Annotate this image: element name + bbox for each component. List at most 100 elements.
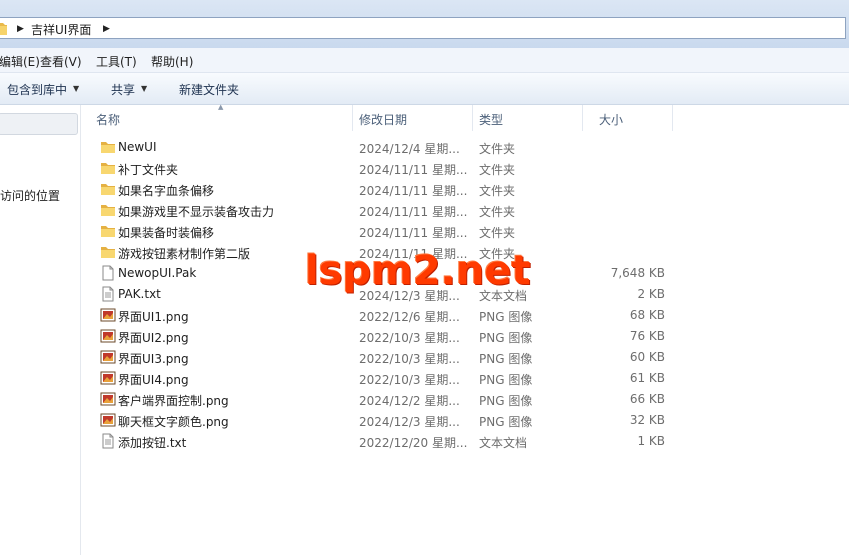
file-size: 68 KB <box>629 308 665 322</box>
file-name: PAK.txt <box>118 287 161 301</box>
file-size: 1 KB <box>637 434 665 448</box>
file-row[interactable]: 界面UI2.png 2022/10/3 星期... PNG 图像 76 KB <box>80 326 680 347</box>
breadcrumb-dropdown-icon[interactable]: ▶ <box>103 24 110 34</box>
file-date: 2022/12/20 星期... <box>359 436 468 450</box>
include-in-library-button[interactable]: 包含到库中 <box>7 81 67 98</box>
file-row[interactable]: 如果装备时装偏移 2024/11/11 星期... 文件夹 <box>80 221 680 242</box>
nav-selected-item[interactable] <box>0 113 78 135</box>
column-type[interactable]: 类型 <box>463 105 583 131</box>
folder-icon <box>101 247 115 258</box>
file-size: 60 KB <box>629 350 665 364</box>
text-file-icon <box>102 286 114 302</box>
file-name: 界面UI4.png <box>118 373 189 387</box>
image-file-icon <box>100 371 116 385</box>
file-name: 聊天框文字颜色.png <box>118 415 229 429</box>
file-row[interactable]: 补丁文件夹 2024/11/11 星期... 文件夹 <box>80 158 680 179</box>
file-type: 文件夹 <box>479 184 516 198</box>
file-type: PNG 图像 <box>479 310 533 324</box>
navigation-pane: 访问的位置 <box>0 105 81 555</box>
watermark-text: lspm2.net <box>305 248 531 294</box>
file-date: 2024/12/3 星期... <box>359 415 460 429</box>
file-type: 文件夹 <box>479 226 516 240</box>
file-row[interactable]: 添加按钮.txt 2022/12/20 星期... 文本文档 1 KB <box>80 431 680 452</box>
menu-edit[interactable]: 编辑(E) <box>0 53 40 70</box>
folder-icon <box>101 163 115 174</box>
new-folder-button[interactable]: 新建文件夹 <box>179 81 239 98</box>
file-size: 2 KB <box>637 287 665 301</box>
file-row[interactable]: 界面UI3.png 2022/10/3 星期... PNG 图像 60 KB <box>80 347 680 368</box>
file-name: 如果游戏里不显示装备攻击力 <box>118 205 275 219</box>
file-type: PNG 图像 <box>479 415 533 429</box>
file-date: 2022/12/6 星期... <box>359 310 460 324</box>
column-name[interactable]: 名称 <box>80 105 353 131</box>
file-date: 2024/12/4 星期... <box>359 142 460 156</box>
file-icon <box>102 265 114 281</box>
menu-view[interactable]: 查看(V) <box>40 53 82 70</box>
column-date[interactable]: 修改日期 <box>343 105 473 131</box>
address-box[interactable]: ▶ 吉祥UI界面 ▶ <box>0 17 846 39</box>
file-type: PNG 图像 <box>479 352 533 366</box>
nav-item-recent-places[interactable]: 访问的位置 <box>0 187 60 204</box>
file-date: 2024/11/11 星期... <box>359 163 468 177</box>
chevron-down-icon[interactable]: ▼ <box>141 84 147 93</box>
file-date: 2022/10/3 星期... <box>359 331 460 345</box>
file-row[interactable]: 聊天框文字颜色.png 2024/12/3 星期... PNG 图像 32 KB <box>80 410 680 431</box>
share-button[interactable]: 共享 <box>111 81 135 98</box>
file-size: 76 KB <box>629 329 665 343</box>
file-type: 文本文档 <box>479 436 528 450</box>
text-file-icon <box>102 433 114 449</box>
file-name: 如果装备时装偏移 <box>118 226 215 240</box>
file-name: NewUI <box>118 140 157 154</box>
file-name: 游戏按钮素材制作第二版 <box>118 247 251 261</box>
file-type: 文件夹 <box>479 205 516 219</box>
file-type: PNG 图像 <box>479 331 533 345</box>
image-file-icon <box>100 329 116 343</box>
address-bar-area: ▶ 吉祥UI界面 ▶ <box>0 0 849 48</box>
file-row[interactable]: 界面UI4.png 2022/10/3 星期... PNG 图像 61 KB <box>80 368 680 389</box>
file-name: NewopUI.Pak <box>118 266 197 280</box>
column-header: ▲ 名称 修改日期 类型 大小 <box>80 103 849 131</box>
file-date: 2024/12/2 星期... <box>359 394 460 408</box>
column-size[interactable]: 大小 <box>583 105 673 131</box>
menu-help[interactable]: 帮助(H) <box>151 53 193 70</box>
file-size: 7,648 KB <box>610 266 665 280</box>
file-name: 界面UI2.png <box>118 331 189 345</box>
file-size: 66 KB <box>629 392 665 406</box>
chevron-down-icon[interactable]: ▼ <box>73 84 79 93</box>
file-row[interactable]: 客户端界面控制.png 2024/12/2 星期... PNG 图像 66 KB <box>80 389 680 410</box>
image-file-icon <box>100 308 116 322</box>
file-date: 2024/11/11 星期... <box>359 226 468 240</box>
file-name: 客户端界面控制.png <box>118 394 229 408</box>
file-row[interactable]: 界面UI1.png 2022/12/6 星期... PNG 图像 68 KB <box>80 305 680 326</box>
folder-icon <box>101 142 115 153</box>
file-date: 2022/10/3 星期... <box>359 373 460 387</box>
file-row[interactable]: 如果游戏里不显示装备攻击力 2024/11/11 星期... 文件夹 <box>80 200 680 221</box>
file-size: 32 KB <box>629 413 665 427</box>
file-size: 61 KB <box>629 371 665 385</box>
file-name: 界面UI1.png <box>118 310 189 324</box>
breadcrumb-separator-icon[interactable]: ▶ <box>17 24 24 34</box>
menu-bar: 编辑(E) 查看(V) 工具(T) 帮助(H) <box>0 48 849 73</box>
folder-icon <box>101 226 115 237</box>
image-file-icon <box>100 413 116 427</box>
image-file-icon <box>100 350 116 364</box>
image-file-icon <box>100 392 116 406</box>
file-name: 界面UI3.png <box>118 352 189 366</box>
file-date: 2022/10/3 星期... <box>359 352 460 366</box>
file-name: 补丁文件夹 <box>118 163 179 177</box>
file-name: 如果名字血条偏移 <box>118 184 215 198</box>
folder-icon <box>0 23 7 35</box>
file-type: 文件夹 <box>479 142 516 156</box>
file-row[interactable]: 如果名字血条偏移 2024/11/11 星期... 文件夹 <box>80 179 680 200</box>
file-name: 添加按钮.txt <box>118 436 187 450</box>
file-type: 文件夹 <box>479 163 516 177</box>
folder-icon <box>101 184 115 195</box>
file-type: PNG 图像 <box>479 373 533 387</box>
file-date: 2024/11/11 星期... <box>359 184 468 198</box>
menu-tools[interactable]: 工具(T) <box>96 53 137 70</box>
folder-icon <box>101 205 115 216</box>
file-type: PNG 图像 <box>479 394 533 408</box>
command-bar: 包含到库中 ▼ 共享 ▼ 新建文件夹 <box>0 73 849 105</box>
breadcrumb-current[interactable]: 吉祥UI界面 <box>31 21 91 38</box>
file-row[interactable]: NewUI 2024/12/4 星期... 文件夹 <box>80 137 680 158</box>
